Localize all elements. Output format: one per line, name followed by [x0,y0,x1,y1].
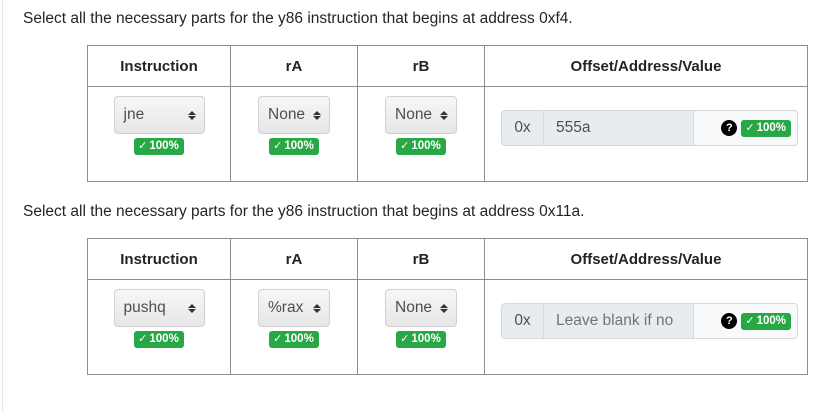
score-badge-text: 100% [411,333,441,345]
header-offset: Offset/Address/Value [484,45,808,87]
instruction-parts-table: Instruction rA rB Offset/Address/Value p… [87,238,808,375]
up-down-arrows-icon [313,110,321,120]
header-ra: rA [230,45,358,87]
question-circle-icon[interactable]: ? [721,313,738,329]
check-mark-icon: ✓ [745,121,755,134]
ra-cell: %rax ✓ 100% [230,279,358,375]
header-instruction: Instruction [87,238,231,280]
up-down-arrows-icon [187,110,196,120]
check-mark-icon: ✓ [273,140,283,152]
score-badge: ✓ 100% [741,119,791,137]
rb-select-value: None [395,299,433,316]
check-mark-icon: ✓ [138,140,148,152]
question-prompt: Select all the necessary parts for the y… [23,203,585,220]
score-badge: ✓ 100% [741,312,791,330]
hex-prefix: 0x [502,111,544,145]
check-mark-icon: ✓ [745,314,755,327]
hex-prefix: 0x [502,304,544,338]
score-badge-text: 100% [149,140,179,152]
rb-cell: None ✓ 100% [357,86,485,182]
rb-select[interactable]: None [385,96,457,134]
instruction-select[interactable]: pushq [113,289,205,327]
score-badge-text: 100% [149,333,179,345]
header-offset: Offset/Address/Value [484,238,808,280]
header-instruction: Instruction [87,45,231,87]
ra-select-value: None [268,106,306,123]
offset-cell: 0x Leave blank if no ? ✓ 100% [484,279,808,375]
offset-input-group: 0x Leave blank if no ? ✓ 100% [501,303,798,339]
check-mark-icon: ✓ [138,333,148,345]
page-left-rule [2,0,3,411]
check-mark-icon: ✓ [400,140,410,152]
up-down-arrows-icon [187,303,196,313]
table-header-row: Instruction rA rB Offset/Address/Value [87,45,808,87]
offset-feedback: ? ✓ 100% [694,111,797,145]
score-badge: ✓ 100% [396,331,446,348]
check-mark-icon: ✓ [400,333,410,345]
score-badge-text: 100% [284,333,314,345]
table-answer-row: jne ✓ 100% None ✓ 100% None ✓ 100% 0x 55… [87,86,808,182]
offset-cell: 0x 555a ? ✓ 100% [484,86,808,182]
question-prompt: Select all the necessary parts for the y… [23,10,573,27]
rb-select-value: None [395,106,433,123]
score-badge-text: 100% [756,314,786,327]
instruction-select-value: pushq [123,299,166,316]
instruction-cell: pushq ✓ 100% [87,279,231,375]
up-down-arrows-icon [440,110,448,120]
instruction-parts-table: Instruction rA rB Offset/Address/Value j… [87,45,808,182]
ra-select-value: %rax [268,299,304,316]
up-down-arrows-icon [313,303,321,313]
rb-select[interactable]: None [385,289,457,327]
table-answer-row: pushq ✓ 100% %rax ✓ 100% None ✓ 100% 0x … [87,279,808,375]
score-badge: ✓ 100% [269,331,319,348]
offset-input-group: 0x 555a ? ✓ 100% [501,110,798,146]
score-badge-text: 100% [284,140,314,152]
up-down-arrows-icon [440,303,448,313]
check-mark-icon: ✓ [273,333,283,345]
ra-select[interactable]: %rax [258,289,330,327]
question-circle-icon[interactable]: ? [721,120,738,136]
score-badge-text: 100% [411,140,441,152]
score-badge: ✓ 100% [134,138,184,155]
score-badge: ✓ 100% [134,331,184,348]
header-rb: rB [357,45,485,87]
score-badge: ✓ 100% [396,138,446,155]
instruction-select-value: jne [123,106,145,123]
score-badge: ✓ 100% [269,138,319,155]
ra-select[interactable]: None [258,96,330,134]
header-rb: rB [357,238,485,280]
offset-input[interactable]: Leave blank if no [544,304,694,338]
offset-feedback: ? ✓ 100% [694,304,797,338]
score-badge-text: 100% [756,121,786,134]
instruction-select[interactable]: jne [113,96,205,134]
instruction-cell: jne ✓ 100% [87,86,231,182]
rb-cell: None ✓ 100% [357,279,485,375]
offset-input[interactable]: 555a [544,111,694,145]
header-ra: rA [230,238,358,280]
ra-cell: None ✓ 100% [230,86,358,182]
table-header-row: Instruction rA rB Offset/Address/Value [87,238,808,280]
